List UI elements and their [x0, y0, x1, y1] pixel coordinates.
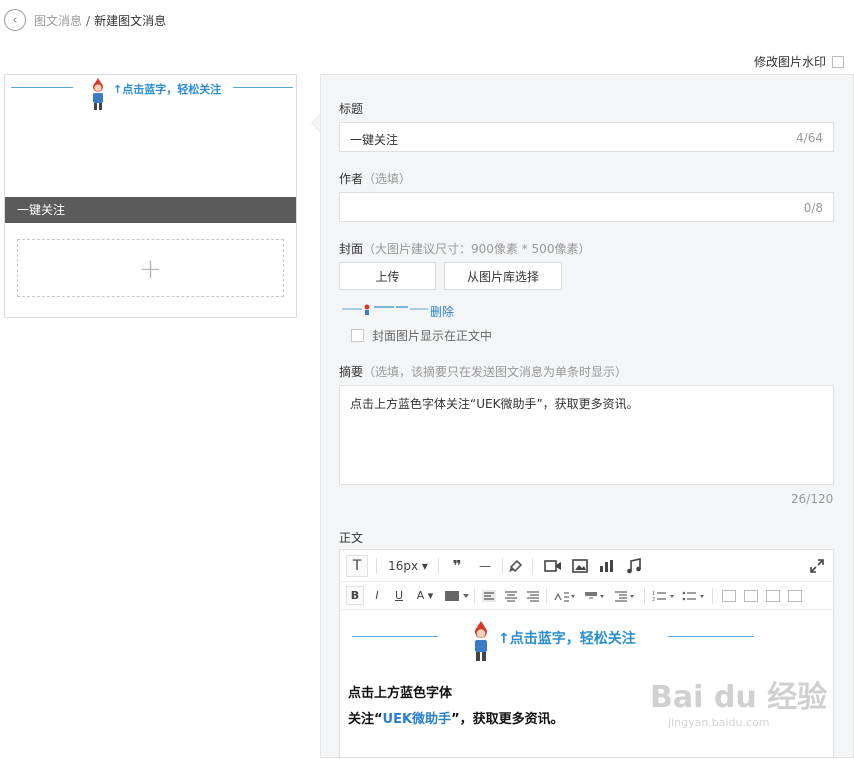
font-size-select[interactable]: 16px ▾ [384, 555, 432, 577]
toolbar-divider [712, 588, 713, 604]
fullscreen-icon[interactable] [810, 559, 824, 573]
float-left-icon[interactable] [722, 590, 736, 602]
summary-counter: 26/120 [791, 492, 834, 506]
text-style-icon[interactable]: T [346, 555, 368, 577]
content-divider-right [668, 636, 754, 637]
preview-title-bar: 一键关注 [5, 197, 296, 223]
svg-text:2: 2 [652, 597, 655, 602]
upload-button[interactable]: 上传 [339, 262, 436, 290]
toolbar-divider [532, 558, 533, 574]
cover-slogan: ↑点击蓝字，轻松关注 [113, 83, 222, 96]
toolbar-divider [438, 558, 439, 574]
background-color-icon[interactable] [444, 590, 470, 602]
delete-cover-link[interactable]: 删除 [430, 303, 454, 320]
bold-button[interactable]: B [346, 586, 364, 605]
italic-button[interactable]: I [368, 586, 386, 605]
align-right-icon[interactable] [526, 590, 540, 602]
editor-toolbar-secondary: B I U A ▾ 12 [340, 582, 833, 610]
toolbar-divider [546, 588, 547, 604]
cover-thumbnail [342, 304, 428, 315]
mascot-icon [93, 78, 103, 110]
chart-icon[interactable] [598, 559, 614, 573]
breadcrumb: 图文消息 / 新建图文消息 [34, 12, 166, 29]
author-input[interactable]: 0/8 [339, 192, 834, 222]
summary-label-text: 摘要 [339, 365, 364, 379]
watermark-toggle[interactable]: 修改图片水印 [754, 53, 845, 70]
line-spacing-icon[interactable] [554, 590, 576, 602]
author-label: 作者（选填） [339, 170, 411, 187]
font-color-button[interactable]: A ▾ [412, 586, 438, 605]
title-input[interactable]: 一键关注 4/64 [339, 122, 834, 152]
show-cover-in-body-checkbox[interactable] [351, 329, 364, 342]
title-value: 一键关注 [350, 133, 399, 147]
article-preview-card: ↑点击蓝字，轻松关注 一键关注 + [4, 74, 297, 318]
content-line-2-prefix: 关注“ [348, 712, 383, 727]
body-label: 正文 [339, 531, 364, 545]
choose-from-library-button[interactable]: 从图片库选择 [444, 262, 562, 290]
blockquote-icon[interactable]: ❞ [446, 555, 468, 577]
divider-line-left [11, 87, 73, 88]
music-icon[interactable] [626, 558, 642, 574]
content-line-1: 点击上方蓝色字体 [348, 686, 453, 701]
breadcrumb-parent[interactable]: 图文消息 [34, 14, 82, 28]
divider-line-right [233, 87, 293, 88]
editor-toolbar-primary: T 16px ▾ ❞ — [340, 550, 833, 582]
paragraph-spacing-icon[interactable] [584, 590, 606, 602]
video-icon[interactable] [544, 559, 562, 573]
summary-label: 摘要（选填，该摘要只在发送图文消息为单条时显示） [339, 363, 627, 380]
float-center-icon[interactable] [788, 590, 802, 602]
author-hint: （选填） [363, 172, 412, 186]
align-center-icon[interactable] [504, 590, 518, 602]
content-line-2-suffix: ”，获取更多资讯。 [451, 712, 564, 727]
add-article-button[interactable]: + [17, 239, 284, 297]
baidu-jingyan-watermark: Bai du 经验 [650, 680, 828, 715]
baidu-jingyan-url: jingyan.baidu.com [668, 716, 770, 729]
summary-textarea[interactable]: 点击上方蓝色字体关注“UEK微助手”，获取更多资讯。 [339, 385, 834, 485]
ordered-list-icon[interactable]: 12 [652, 590, 676, 602]
author-label-text: 作者 [339, 172, 364, 186]
watermark-toggle-label: 修改图片水印 [754, 55, 827, 69]
panel-pointer-inner [312, 115, 320, 131]
toolbar-divider [376, 558, 377, 574]
cover-hint: （大图片建议尺寸：900像素 * 500像素） [363, 242, 591, 256]
cover-label-text: 封面 [339, 242, 364, 256]
float-right-icon[interactable] [766, 590, 780, 602]
content-line-2: 关注“UEK微助手”，获取更多资讯。 [348, 708, 564, 727]
horizontal-rule-icon[interactable]: — [474, 555, 496, 577]
mascot-icon [475, 621, 487, 661]
chevron-left-icon: ‹ [12, 12, 18, 28]
title-label: 标题 [339, 102, 364, 116]
plus-icon: + [138, 251, 163, 285]
image-icon[interactable] [572, 559, 588, 573]
format-painter-icon[interactable] [508, 558, 524, 574]
cover-preview[interactable]: ↑点击蓝字，轻松关注 [5, 75, 296, 197]
toolbar-divider [502, 558, 503, 574]
author-counter: 0/8 [803, 201, 823, 215]
cover-label: 封面（大图片建议尺寸：900像素 * 500像素） [339, 240, 590, 257]
watermark-checkbox[interactable] [832, 55, 845, 68]
show-cover-in-body-label: 封面图片显示在正文中 [372, 329, 493, 343]
content-account-name: UEK微助手 [382, 712, 452, 727]
content-slogan: ↑点击蓝字，轻松关注 [498, 631, 636, 647]
float-none-icon[interactable] [744, 590, 758, 602]
title-counter: 4/64 [796, 131, 823, 145]
breadcrumb-separator: / [86, 14, 91, 28]
unordered-list-icon[interactable] [682, 590, 706, 602]
toolbar-divider [474, 588, 475, 604]
indent-icon[interactable] [614, 590, 636, 602]
toolbar-divider [644, 588, 645, 604]
breadcrumb-current: 新建图文消息 [94, 14, 167, 28]
content-divider-left [352, 636, 438, 637]
summary-hint: （选填，该摘要只在发送图文消息为单条时显示） [363, 365, 628, 379]
align-left-icon[interactable] [482, 590, 496, 602]
underline-button[interactable]: U [390, 586, 408, 605]
back-button[interactable]: ‹ [4, 9, 26, 31]
